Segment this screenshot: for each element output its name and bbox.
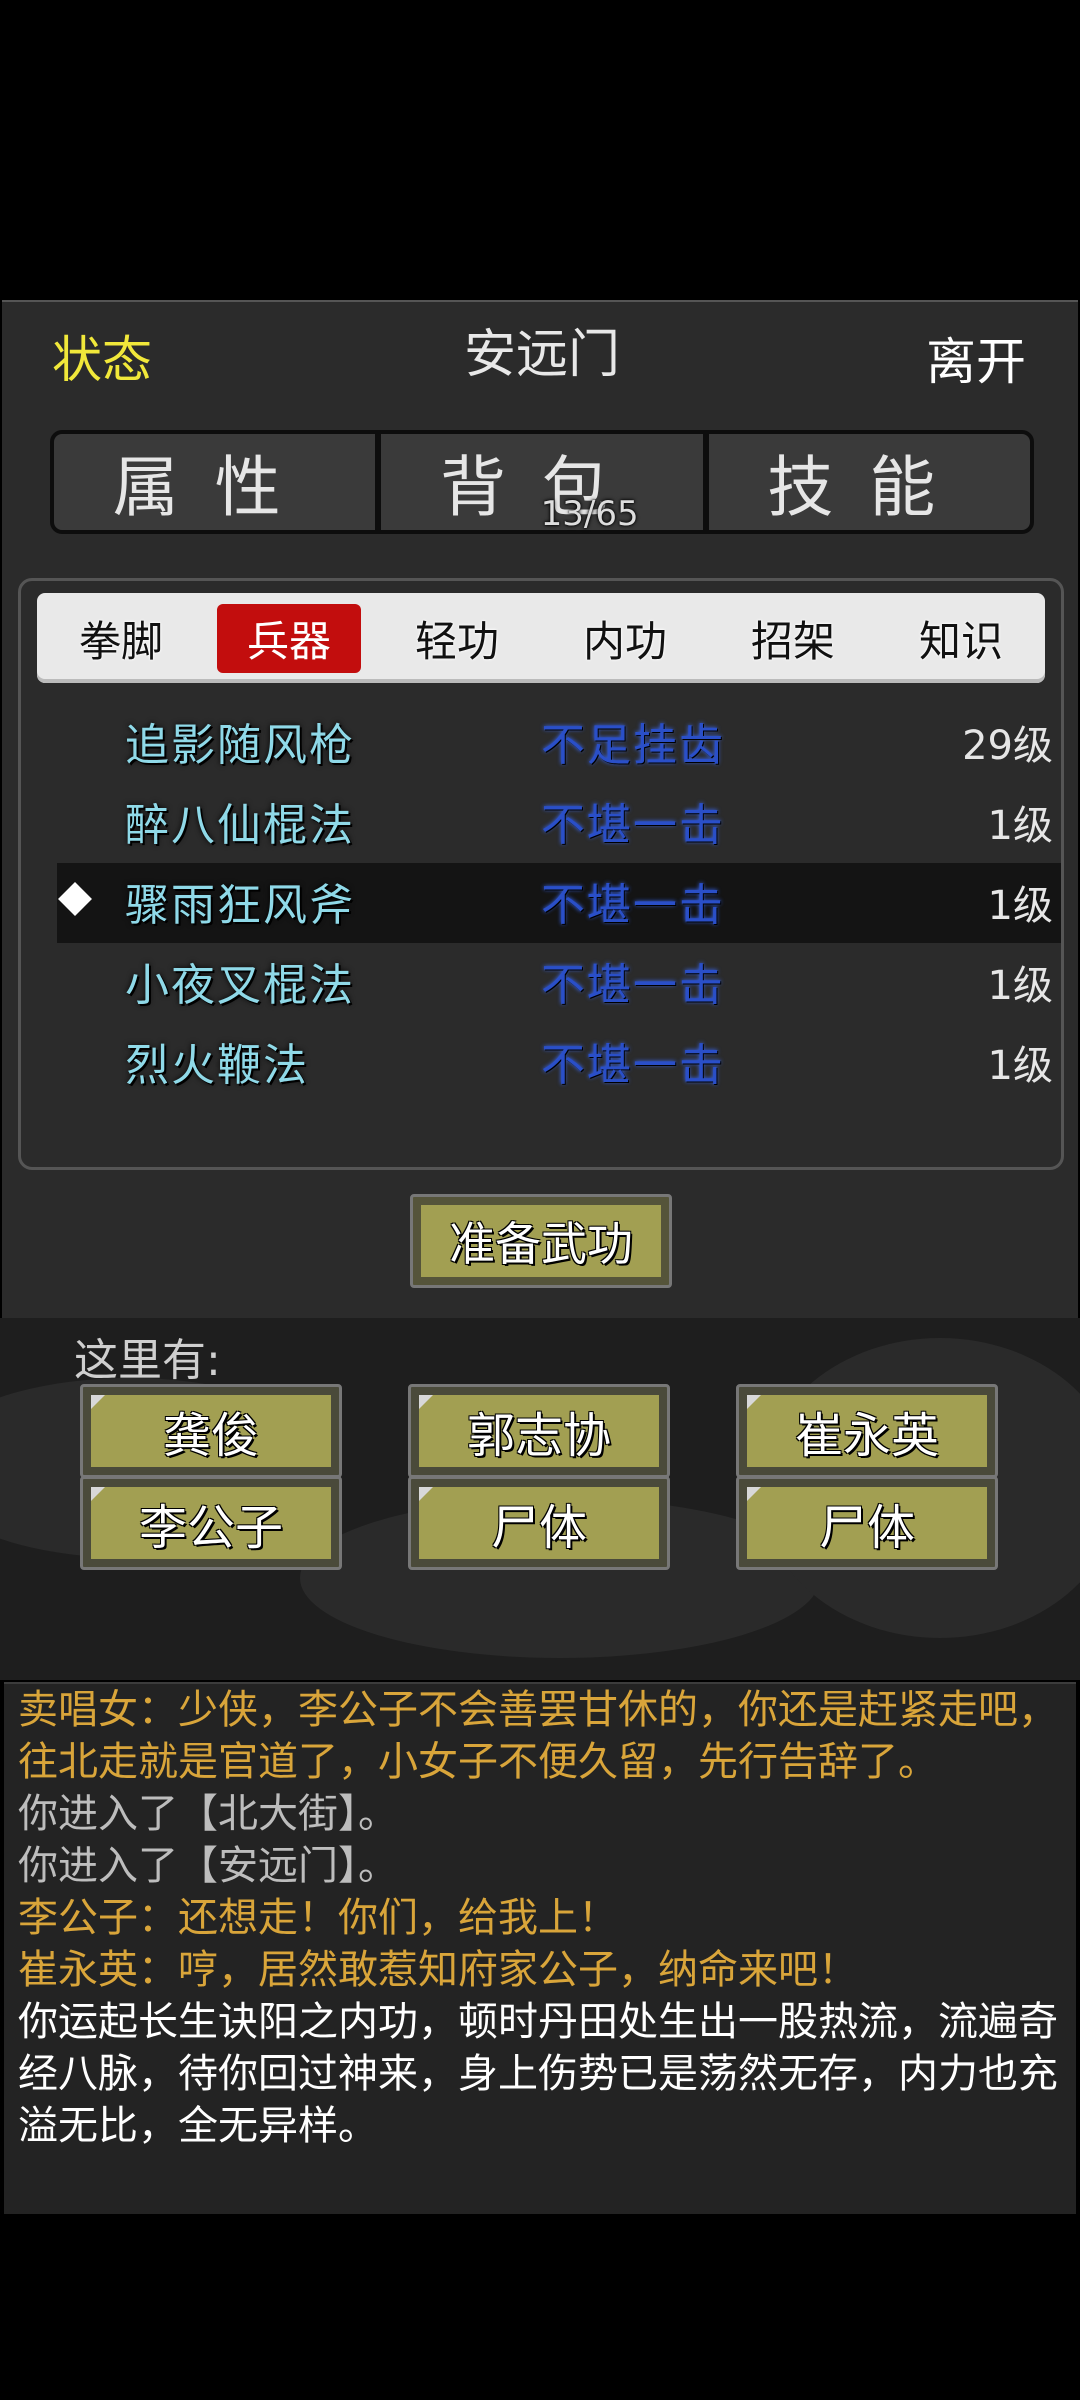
log-line: 李公子：还想走！你们，给我上！ (18, 1895, 618, 1941)
skill-row-selected[interactable]: 骤雨狂风斧 不堪一击 1级 (57, 863, 1061, 943)
npc-button[interactable]: 李公子 (80, 1476, 342, 1570)
skill-level: 1级 (987, 1043, 1053, 1089)
game-panel: 状态 安远门 离开 属性 背包 13/65 技能 拳脚 兵器 轻功 内功 招架 … (2, 300, 1078, 1318)
skill-grade: 不堪一击 (541, 800, 725, 851)
skill-list[interactable]: 追影随风枪 不足挂齿 29级 醉八仙棍法 不堪一击 1级 骤雨狂风斧 不堪一击 … (21, 693, 1061, 1167)
skill-grade: 不堪一击 (541, 1040, 725, 1091)
npc-button[interactable]: 郭志协 (408, 1384, 670, 1478)
subtab-inner[interactable]: 内功 (553, 604, 697, 673)
tab-backpack[interactable]: 背包 13/65 (375, 434, 702, 534)
skill-row[interactable]: 小夜叉棍法 不堪一击 1级 (57, 943, 1061, 1023)
log-line: 你进入了【安远门】。 (18, 1843, 398, 1889)
skill-level: 1级 (987, 883, 1053, 929)
skill-name: 烈火鞭法 (125, 1040, 309, 1091)
log-line: 卖唱女：少侠，李公子不会善罢甘休的，你还是赶紧走吧，往北走就是官道了，小女子不便… (18, 1687, 1058, 1785)
subtab-weapon[interactable]: 兵器 (216, 603, 361, 673)
backpack-count: 13/65 (540, 494, 639, 534)
subtab-fist[interactable]: 拳脚 (49, 604, 193, 673)
npc-name: 尸体 (747, 1487, 987, 1559)
main-tab-bar: 属性 背包 13/65 技能 (50, 430, 1034, 534)
npc-name: 崔永英 (747, 1395, 987, 1467)
tab-skills-label: 技能 (767, 449, 972, 526)
room-area: 这里有: 龚俊 郭志协 崔永英 李公子 尸体 尸体 (0, 1318, 1080, 1680)
corpse-button[interactable]: 尸体 (408, 1476, 670, 1570)
npc-name: 李公子 (91, 1487, 331, 1559)
skill-row[interactable]: 烈火鞭法 不堪一击 1级 (57, 1023, 1061, 1103)
skill-row[interactable]: 追影随风枪 不足挂齿 29级 (57, 703, 1061, 783)
skill-name: 追影随风枪 (125, 720, 355, 771)
tab-skills[interactable]: 技能 (702, 434, 1030, 530)
npc-name: 尸体 (419, 1487, 659, 1559)
skill-row[interactable] (57, 1103, 1061, 1167)
skill-level: 29级 (962, 723, 1053, 769)
skill-category-bar: 拳脚 兵器 轻功 内功 招架 知识 (37, 593, 1045, 683)
skill-level: 1级 (987, 803, 1053, 849)
npc-button[interactable]: 龚俊 (80, 1384, 342, 1478)
prepare-skill-button[interactable]: 准备武功 (410, 1194, 672, 1288)
skill-level: 1级 (987, 963, 1053, 1009)
skill-box: 拳脚 兵器 轻功 内功 招架 知识 追影随风枪 不足挂齿 29级 醉八仙棍法 不… (18, 578, 1064, 1170)
corpse-button[interactable]: 尸体 (736, 1476, 998, 1570)
skill-grade: 不足挂齿 (541, 720, 725, 771)
subtab-parry[interactable]: 招架 (721, 604, 865, 673)
npc-button[interactable]: 崔永英 (736, 1384, 998, 1478)
leave-button[interactable]: 离开 (926, 322, 1026, 394)
selected-diamond-icon (58, 882, 92, 916)
location-title: 安远门 (463, 325, 620, 385)
subtab-lightness[interactable]: 轻功 (385, 604, 529, 673)
tab-attributes[interactable]: 属性 (54, 434, 375, 530)
skill-row[interactable]: 醉八仙棍法 不堪一击 1级 (57, 783, 1061, 863)
log-line: 崔永英：哼，居然敢惹知府家公子，纳命来吧！ (18, 1947, 858, 1993)
message-log[interactable]: 卖唱女：少侠，李公子不会善罢甘休的，你还是赶紧走吧，往北走就是官道了，小女子不便… (4, 1682, 1076, 2214)
here-label: 这里有: (74, 1335, 221, 1386)
log-line: 你运起长生诀阳之内功，顿时丹田处生出一股热流，流遍奇经八脉，待你回过神来，身上伤… (18, 1999, 1058, 2149)
skill-name: 骤雨狂风斧 (125, 880, 355, 931)
skill-grade: 不堪一击 (541, 960, 725, 1011)
skill-name: 醉八仙棍法 (125, 800, 355, 851)
npc-name: 郭志协 (419, 1395, 659, 1467)
log-line: 你进入了【北大街】。 (18, 1791, 398, 1837)
subtab-knowledge[interactable]: 知识 (889, 604, 1033, 673)
tab-attributes-label: 属性 (112, 449, 317, 526)
skill-grade: 不堪一击 (541, 880, 725, 931)
skill-name: 小夜叉棍法 (125, 960, 355, 1011)
prepare-skill-label: 准备武功 (421, 1205, 661, 1277)
npc-name: 龚俊 (91, 1395, 331, 1467)
